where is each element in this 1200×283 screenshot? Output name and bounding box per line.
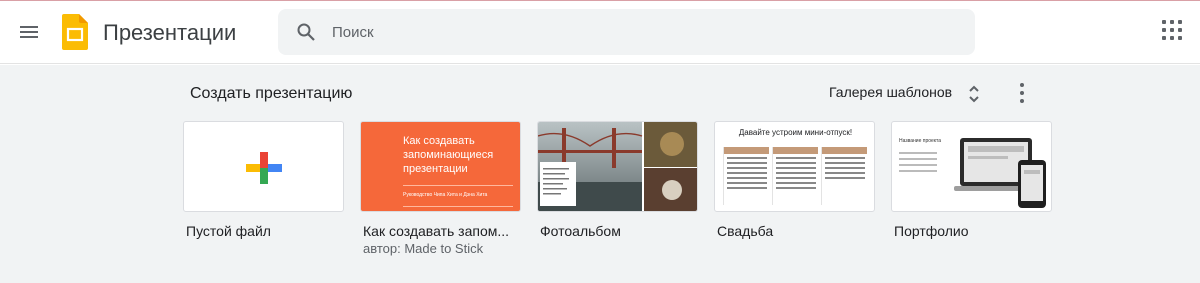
apps-grid-icon (1178, 20, 1182, 24)
template-card-portfolio[interactable]: Название проекта Портфолио (891, 121, 1052, 239)
apps-grid-icon (1170, 20, 1174, 24)
thumb-title: Как создавать запоминающиеся презентации (403, 135, 494, 175)
thumb-column (772, 147, 818, 205)
template-label: Фотоальбом (540, 223, 621, 239)
thumb-text-line (899, 152, 937, 154)
template-gallery-button[interactable]: Галерея шаблонов (829, 84, 952, 100)
more-vert-icon (1020, 83, 1024, 87)
main-menu-button[interactable] (10, 13, 48, 51)
search-input[interactable] (332, 9, 932, 55)
search-bar[interactable] (278, 9, 975, 55)
photo-collage-image (538, 122, 697, 211)
template-label: Пустой файл (186, 223, 271, 239)
thumb-divider (403, 206, 513, 207)
template-card-blank[interactable]: Пустой файл (183, 121, 344, 239)
more-vert-icon (1020, 91, 1024, 95)
thumb-title: Давайте устроим мини-отпуск! (738, 128, 853, 137)
template-thumbnail[interactable]: Название проекта (891, 121, 1052, 212)
menu-icon-bar (20, 36, 38, 38)
template-thumbnail[interactable]: Давайте устроим мини-отпуск! (714, 121, 875, 212)
apps-grid-icon (1178, 28, 1182, 32)
thumb-divider (403, 185, 513, 186)
thumb-text-line (899, 164, 937, 166)
thumb-text-line (899, 158, 937, 160)
thumb-column (821, 147, 867, 205)
section-title: Создать презентацию (190, 85, 353, 102)
apps-grid-icon (1162, 28, 1166, 32)
apps-grid-icon (1178, 36, 1182, 40)
menu-icon-bar (20, 31, 38, 33)
template-label: Как создавать запом... (363, 223, 510, 239)
template-label: Свадьба (717, 223, 774, 239)
apps-grid-icon (1162, 36, 1166, 40)
template-thumbnail[interactable] (183, 121, 344, 212)
devices-mockup-image (954, 138, 1046, 208)
template-card-made-to-stick[interactable]: Как создавать запоминающиеся презентации… (360, 121, 521, 256)
template-card-wedding[interactable]: Давайте устроим мини-отпуск! Свадьба (714, 121, 875, 239)
thumb-title: Название проекта (899, 138, 942, 144)
google-apps-button[interactable] (1160, 18, 1188, 46)
app-header: Презентации (0, 1, 1200, 64)
more-options-button[interactable] (1008, 79, 1036, 107)
template-card-photo-album[interactable]: Фотоальбом (537, 121, 698, 239)
template-thumbnail[interactable] (537, 121, 698, 212)
template-gallery-section: Создать презентацию Галерея шаблонов Пус… (0, 65, 1200, 283)
app-title[interactable]: Презентации (103, 20, 236, 46)
menu-icon-bar (20, 26, 38, 28)
thumb-text-line (899, 170, 937, 172)
template-label: Портфолио (894, 223, 969, 239)
more-vert-icon (1020, 99, 1024, 103)
unfold-icon[interactable] (966, 83, 982, 105)
slides-logo-icon[interactable] (62, 14, 88, 50)
apps-grid-icon (1170, 28, 1174, 32)
template-thumbnail[interactable]: Как создавать запоминающиеся презентации… (360, 121, 521, 212)
apps-grid-icon (1170, 36, 1174, 40)
thumb-column (723, 147, 769, 205)
thumb-subtitle: Руководство Чипа Хита и Дэна Хита (403, 192, 488, 198)
apps-grid-icon (1162, 20, 1166, 24)
search-icon[interactable] (296, 22, 316, 42)
plus-icon (246, 152, 282, 184)
template-author: автор: Made to Stick (363, 241, 484, 256)
